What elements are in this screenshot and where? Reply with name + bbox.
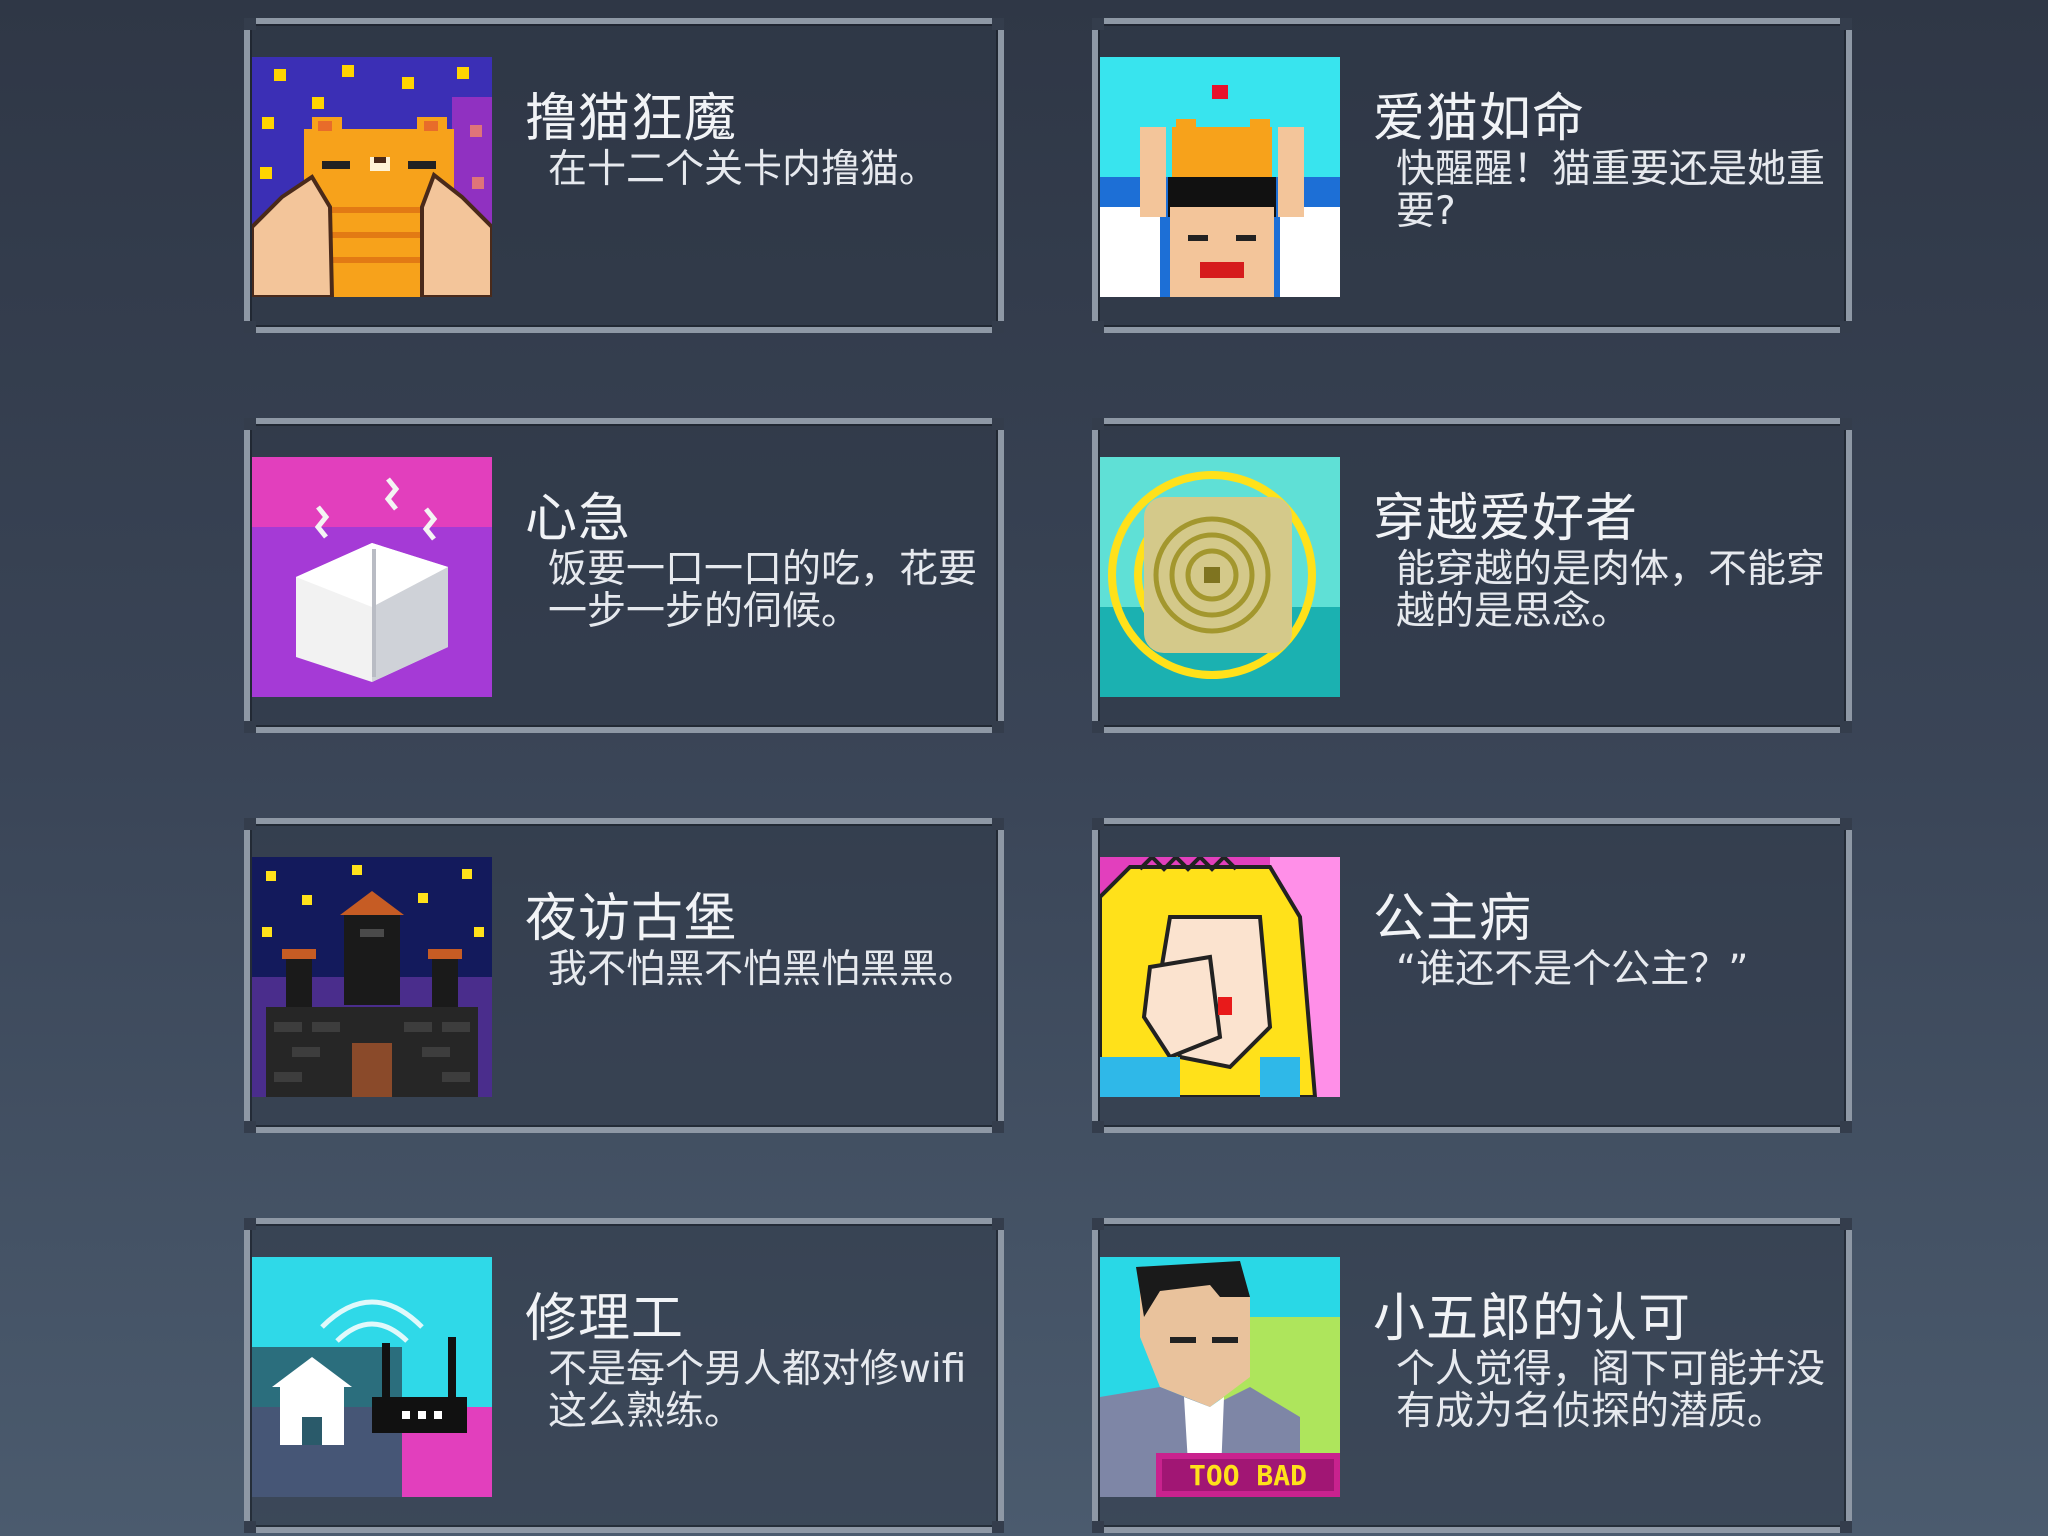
corner-notch [1840,818,1852,830]
achievement-description: 快醒醒！猫重要还是她重要? [1396,147,1826,234]
corner-notch [1092,1121,1104,1133]
corner-notch [992,1218,1004,1230]
achievement-description: 个人觉得，阁下可能并没有成为名侦探的潜质。 [1396,1347,1826,1434]
achievement-card[interactable]: 心急 饭要一口一口的吃，花要一步一步的伺候。 [244,418,1004,733]
corner-notch [244,321,256,333]
cat-petting-icon [252,57,492,297]
achievement-description: 饭要一口一口的吃，花要一步一步的伺候。 [548,547,978,634]
achievement-title: 穿越爱好者 [1373,489,1639,549]
night-castle-icon [252,857,492,1097]
achievement-title: 心急 [525,489,632,549]
achievement-description: 能穿越的是肉体，不能穿越的是思念。 [1396,547,1826,634]
wifi-router-icon [252,1257,492,1497]
achievement-card[interactable]: TOO BAD 小五郎的认可 个人觉得，阁下可能并没有成为名侦探的潜质。 [1092,1218,1852,1533]
achievement-description: 我不怕黑不怕黑怕黑黑。 [548,947,978,992]
achievement-title: 公主病 [1373,889,1533,949]
achievement-card[interactable]: 修理工 不是每个男人都对修wifi这么熟练。 [244,1218,1004,1533]
achievement-description: 不是每个男人都对修wifi这么熟练。 [548,1347,967,1434]
achievement-card[interactable]: 公主病 “谁还不是个公主？” [1092,818,1852,1133]
achievement-card[interactable]: 爱猫如命 快醒醒！猫重要还是她重要? [1092,18,1852,333]
achievement-description: 在十二个关卡内撸猫。 [548,147,939,192]
corner-notch [1092,721,1104,733]
corner-notch [992,818,1004,830]
achievement-grid: 撸猫狂魔 在十二个关卡内撸猫。 爱猫如命 快醒醒！猫重要还是她重要? 心急 饭要… [0,0,2048,1536]
cat-on-head-icon [1100,57,1340,297]
achievement-card[interactable]: 夜访古堡 我不怕黑不怕黑怕黑黑。 [244,818,1004,1133]
corner-notch [244,721,256,733]
achievement-title: 小五郎的认可 [1373,1289,1692,1349]
achievement-description: “谁还不是个公主？” [1396,947,1749,992]
corner-notch [1840,1218,1852,1230]
corner-notch [992,18,1004,30]
achievement-title: 修理工 [525,1289,685,1349]
corner-notch [1840,18,1852,30]
crying-princess-icon [1100,857,1340,1097]
corner-notch [1840,418,1852,430]
achievement-title: 撸猫狂魔 [525,89,738,149]
corner-notch [244,1521,256,1533]
achievement-title: 爱猫如命 [1373,89,1586,149]
time-portal-icon [1100,457,1340,697]
corner-notch [1092,321,1104,333]
corner-notch [244,1121,256,1133]
achievement-card[interactable]: 穿越爱好者 能穿越的是肉体，不能穿越的是思念。 [1092,418,1852,733]
corner-notch [1092,1521,1104,1533]
corner-notch [992,418,1004,430]
too-bad-label: TOO BAD [1189,1459,1307,1492]
steaming-tofu-icon [252,457,492,697]
achievement-card[interactable]: 撸猫狂魔 在十二个关卡内撸猫。 [244,18,1004,333]
detective-too-bad-icon: TOO BAD [1100,1257,1340,1497]
achievement-title: 夜访古堡 [525,889,738,949]
